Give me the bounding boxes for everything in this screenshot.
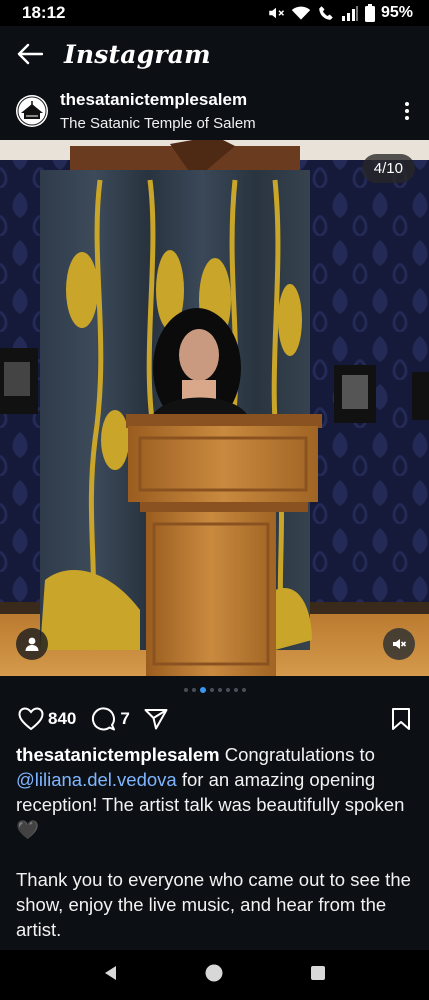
back-triangle-icon — [105, 965, 117, 980]
signal-icon — [341, 5, 359, 21]
caption-paragraph-1: thesatanictemplesalem Congratulations to… — [16, 742, 416, 842]
nav-recents-button[interactable] — [309, 964, 327, 987]
carousel-dot-active — [199, 687, 206, 693]
comment-icon — [92, 707, 116, 731]
wifi-icon — [291, 4, 311, 22]
action-bar: 840 7 — [0, 700, 429, 738]
post-username[interactable]: thesatanictemplesalem — [60, 90, 256, 110]
battery-icon — [364, 4, 375, 22]
more-options-button[interactable] — [397, 98, 417, 124]
mute-icon — [267, 4, 285, 22]
back-button[interactable] — [2, 26, 58, 82]
like-button[interactable]: 840 — [18, 707, 76, 731]
nav-back-button[interactable] — [102, 964, 120, 987]
tagged-users-button[interactable] — [16, 628, 48, 660]
save-button[interactable] — [391, 707, 411, 736]
post-header: thesatanictemplesalem The Satanic Temple… — [0, 82, 429, 140]
carousel-dot — [225, 688, 230, 692]
comment-count: 7 — [120, 709, 130, 728]
photo-image — [0, 140, 429, 676]
post-location[interactable]: The Satanic Temple of Salem — [60, 115, 256, 132]
carousel-dot — [233, 688, 238, 692]
nav-home-button[interactable] — [204, 963, 224, 988]
app-title: Instagram — [64, 39, 211, 69]
status-time: 18:12 — [22, 3, 66, 22]
more-vertical-icon — [405, 102, 409, 106]
home-circle-icon — [205, 964, 223, 981]
app-bar: Instagram — [0, 26, 429, 82]
share-icon — [144, 709, 168, 730]
system-nav-bar — [0, 950, 429, 1000]
like-count: 840 — [48, 709, 77, 728]
caption-username[interactable]: thesatanictemplesalem — [16, 744, 220, 765]
mute-button[interactable] — [383, 628, 415, 660]
avatar[interactable] — [16, 95, 48, 127]
wifi-calling-icon — [317, 4, 335, 22]
status-icons: 95% — [267, 4, 413, 22]
caption-paragraph-2: Thank you to everyone who came out to se… — [16, 869, 411, 940]
comment-button[interactable]: 7 — [90, 706, 130, 732]
battery-percent: 95% — [380, 4, 413, 21]
carousel-dot — [217, 688, 222, 692]
photo-counter: 4/10 — [361, 154, 415, 183]
person-icon — [25, 637, 39, 651]
back-arrow-icon — [17, 43, 43, 65]
carousel-dot — [191, 688, 196, 692]
status-bar: 18:12 95% — [0, 0, 429, 26]
carousel-dot — [241, 688, 246, 692]
post-photo[interactable]: 4/10 — [0, 140, 429, 676]
header-text: thesatanictemplesalem The Satanic Temple… — [60, 90, 256, 132]
heart-icon — [18, 707, 44, 731]
carousel-indicator — [0, 686, 429, 694]
share-button[interactable] — [144, 708, 168, 730]
caption-text-before: Congratulations to — [219, 744, 375, 765]
bookmark-icon — [392, 708, 410, 730]
post-caption: thesatanictemplesalem Congratulations to… — [16, 742, 416, 942]
carousel-dot — [209, 688, 214, 692]
speaker-muted-icon — [393, 639, 407, 649]
caption-mention[interactable]: @liliana.del.vedova — [16, 769, 177, 790]
recents-square-icon — [310, 965, 325, 980]
carousel-dot — [183, 688, 188, 692]
